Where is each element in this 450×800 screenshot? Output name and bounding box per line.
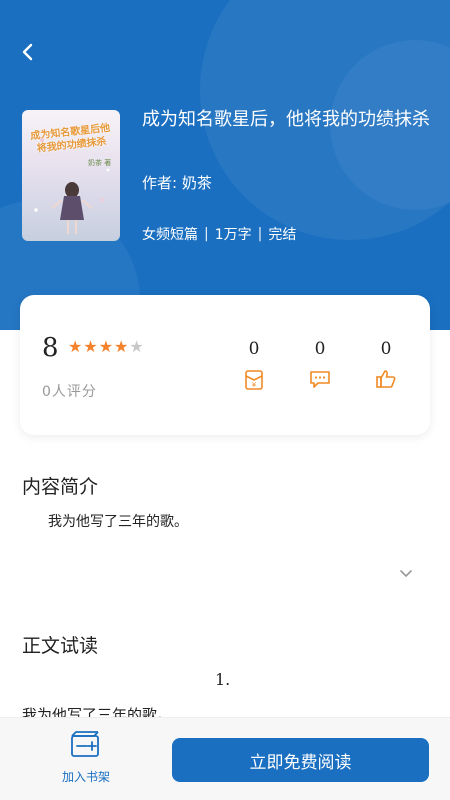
rating-score: 8 (42, 333, 59, 363)
star-icon: ★ (129, 337, 144, 356)
divider: | (204, 226, 209, 242)
star-icon: ★ (68, 337, 83, 356)
add-to-shelf-label: 加入书架 (61, 770, 110, 784)
chevron-down-icon (400, 570, 412, 577)
star-icon: ★ (98, 337, 114, 356)
reward-count: 0 (248, 339, 260, 359)
chevron-left-icon (22, 43, 33, 61)
like-count: 0 (380, 339, 392, 359)
book-meta: 女频短篇 | 1万字 | 完结 (142, 224, 296, 244)
comment-icon (310, 371, 330, 388)
bottom-action-bar: 加入书架 立即免费阅读 (0, 717, 450, 800)
like-stat[interactable]: 0 (366, 339, 406, 391)
book-word-count: 1万字 (214, 227, 252, 243)
read-free-button[interactable]: 立即免费阅读 (172, 738, 429, 782)
rating-count: 0人评分 (42, 384, 97, 400)
cover-illustration (34, 138, 110, 234)
intro-text: 我为他写了三年的歌。 (48, 514, 188, 530)
reward-stat[interactable]: 0 ¥ (234, 339, 274, 391)
bookshelf-add-icon (71, 731, 99, 757)
comment-count: 0 (314, 339, 326, 359)
chapter-number: 1. (215, 670, 231, 689)
book-author: 作者: 奶茶 (142, 174, 212, 192)
red-envelope-icon: ¥ (245, 370, 263, 390)
star-icon: ★ (83, 337, 98, 356)
star-icon: ★ (114, 337, 129, 356)
preview-title: 正文试读 (22, 635, 99, 657)
book-title: 成为知名歌星后，他将我的功绩抹杀 (142, 109, 430, 130)
book-header: 成为知名歌星后他将我的功绩抹杀 奶茶 著 成为知名歌星后，他将我的功绩抹杀 作者… (0, 0, 450, 330)
expand-button[interactable] (396, 563, 416, 583)
book-status: 完结 (268, 227, 297, 243)
book-cover[interactable]: 成为知名歌星后他将我的功绩抹杀 奶茶 著 (22, 110, 120, 241)
svg-text:¥: ¥ (252, 381, 257, 389)
book-category: 女频短篇 (142, 227, 198, 243)
intro-title: 内容简介 (22, 476, 99, 498)
thumbs-up-icon (376, 370, 396, 388)
add-to-shelf-button[interactable]: 加入书架 (50, 730, 122, 792)
back-button[interactable] (14, 38, 42, 66)
divider: | (257, 226, 263, 242)
comment-stat[interactable]: 0 (300, 339, 340, 391)
rating-stars: ★ ★ ★ ★ ★ (68, 339, 144, 355)
rating-card: 8 ★ ★ ★ ★ ★ 0人评分 0 ¥ 0 0 (20, 295, 430, 435)
